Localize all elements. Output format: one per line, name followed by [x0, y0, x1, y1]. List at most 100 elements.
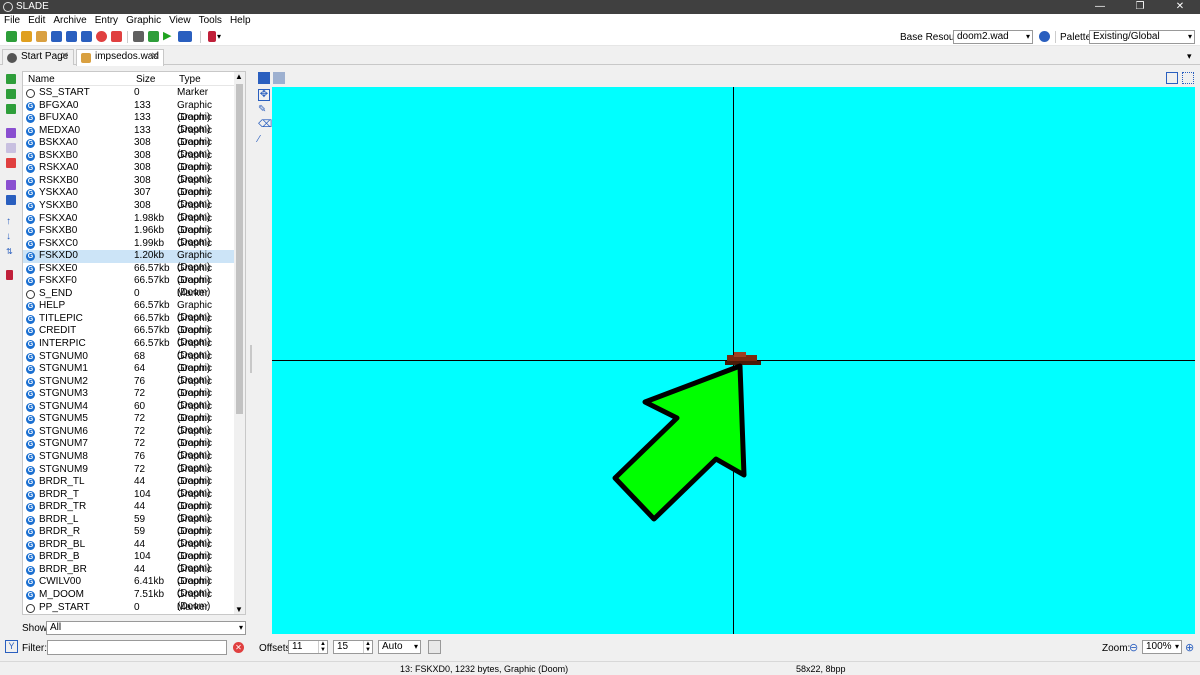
run-icon[interactable]: ▶: [163, 31, 174, 42]
spin-arrows-icon[interactable]: ▲ ▼: [318, 641, 327, 653]
gear-icon[interactable]: [1039, 31, 1050, 42]
close-archive-icon[interactable]: [96, 31, 107, 42]
table-row[interactable]: G BRDR_BR 44 Graphic (Doom): [23, 564, 235, 587]
table-row[interactable]: G CWILV00 6.41kb Graphic (Doom): [23, 576, 235, 599]
palette-select[interactable]: Existing/Global ▾: [1089, 30, 1195, 44]
pencil-icon[interactable]: ✎: [258, 105, 270, 117]
close-window-button[interactable]: ✕: [1160, 0, 1200, 14]
table-row[interactable]: G STGNUM3 72 Graphic (Doom): [23, 388, 235, 411]
scroll-down-icon[interactable]: ▼: [235, 605, 243, 614]
rename-entry-icon[interactable]: [6, 128, 16, 138]
table-row[interactable]: G STGNUM7 72 Graphic (Doom): [23, 438, 235, 461]
offset-y-input[interactable]: 15 ▲ ▼: [333, 640, 373, 654]
eraser-icon[interactable]: ⌫: [258, 120, 272, 132]
close-icon[interactable]: ✕: [151, 50, 159, 64]
panel-splitter[interactable]: [250, 345, 252, 373]
table-row[interactable]: G RSKXA0 308 Graphic (Doom): [23, 162, 235, 185]
bookmark-icon[interactable]: [6, 270, 13, 280]
table-row[interactable]: G BRDR_L 59 Graphic (Doom): [23, 514, 235, 537]
bookmark-icon[interactable]: [208, 31, 216, 42]
move-up-icon[interactable]: ↑: [6, 217, 16, 227]
column-size-header[interactable]: Size: [136, 74, 155, 85]
table-row[interactable]: G INTERPIC 66.57kb Graphic (Doom): [23, 338, 235, 361]
table-row[interactable]: G YSKXB0 308 Graphic (Doom): [23, 200, 235, 223]
table-row[interactable]: G FSKXE0 66.57kb Graphic (Doom): [23, 263, 235, 286]
delete-entry-icon[interactable]: [6, 158, 16, 168]
table-row[interactable]: G BSKXA0 308 Graphic (Doom): [23, 137, 235, 160]
menu-entry[interactable]: Entry: [91, 14, 122, 28]
gfx-translate-icon[interactable]: [273, 72, 285, 84]
table-row[interactable]: PP_START 0 Marker: [23, 602, 235, 614]
tools-icon[interactable]: [178, 31, 192, 42]
table-row[interactable]: G M_DOOM 7.51kb Graphic (Doom): [23, 589, 235, 612]
table-row[interactable]: G FSKXA0 1.98kb Graphic (Doom): [23, 213, 235, 236]
script-icon[interactable]: [148, 31, 159, 42]
gfx-colorize-icon[interactable]: [258, 72, 270, 84]
import-files-icon[interactable]: [6, 104, 16, 114]
menu-help[interactable]: Help: [226, 14, 255, 28]
table-row[interactable]: G TITLEPIC 66.57kb Graphic (Doom): [23, 313, 235, 336]
table-row[interactable]: G STGNUM5 72 Graphic (Doom): [23, 413, 235, 436]
entry-list-scrollbar[interactable]: ▲ ▼: [234, 72, 245, 614]
table-row[interactable]: G CREDIT 66.57kb Graphic (Doom): [23, 325, 235, 348]
close-all-icon[interactable]: [111, 31, 122, 42]
menu-archive[interactable]: Archive: [49, 14, 90, 28]
table-row[interactable]: G FSKXB0 1.96kb Graphic (Doom): [23, 225, 235, 248]
tabs-dropdown-icon[interactable]: ▾: [1187, 51, 1192, 62]
table-row[interactable]: G BSKXB0 308 Graphic (Doom): [23, 150, 235, 173]
table-row[interactable]: G BRDR_T 104 Graphic (Doom): [23, 489, 235, 512]
table-row[interactable]: G STGNUM0 68 Graphic (Doom): [23, 351, 235, 374]
table-row[interactable]: G BRDR_TR 44 Graphic (Doom): [23, 501, 235, 524]
table-row[interactable]: S_END 0 Marker: [23, 288, 235, 301]
zoom-select[interactable]: 100% ▾: [1142, 640, 1182, 654]
table-row[interactable]: G YSKXA0 307 Graphic (Doom): [23, 187, 235, 210]
minimize-button[interactable]: —: [1080, 0, 1120, 14]
offset-mode-select[interactable]: Auto ▾: [378, 640, 421, 654]
table-row[interactable]: G STGNUM8 76 Graphic (Doom): [23, 451, 235, 474]
eyedropper-icon[interactable]: ⁄: [258, 135, 270, 147]
table-row[interactable]: G RSKXB0 308 Graphic (Doom): [23, 175, 235, 198]
map-editor-icon[interactable]: [133, 31, 144, 42]
table-row[interactable]: SS_START 0 Marker: [23, 87, 235, 100]
menu-file[interactable]: File: [0, 14, 24, 28]
save-all-icon[interactable]: [81, 31, 92, 42]
show-select[interactable]: All ▾: [46, 621, 246, 635]
export-as-icon[interactable]: [6, 195, 16, 205]
menu-graphic[interactable]: Graphic: [122, 14, 165, 28]
zoom-out-icon[interactable]: ⊖: [1129, 641, 1138, 654]
table-row[interactable]: G STGNUM1 64 Graphic (Doom): [23, 363, 235, 386]
bookmark-dropdown-icon[interactable]: ▾: [217, 32, 221, 41]
table-row[interactable]: G STGNUM6 72 Graphic (Doom): [23, 426, 235, 449]
menu-edit[interactable]: Edit: [24, 14, 49, 28]
auto-offset-icon[interactable]: [428, 640, 441, 654]
table-row[interactable]: G FSKXD0 1.20kb Graphic (Doom): [23, 250, 235, 273]
save-as-icon[interactable]: [66, 31, 77, 42]
table-row[interactable]: GFSKXC01.99kbGraphic (Doom): [23, 238, 235, 261]
scrollbar-thumb[interactable]: [236, 84, 243, 414]
export-entry-icon[interactable]: [6, 180, 16, 190]
fit-view-icon[interactable]: [1166, 72, 1178, 84]
base-resource-select[interactable]: doom2.wad ▾: [953, 30, 1033, 44]
entry-list[interactable]: Name Size Type SS_START 0 Marker G BFGXA0 133…: [22, 71, 246, 615]
column-name-header[interactable]: Name: [28, 74, 55, 85]
table-row[interactable]: G BRDR_BL 44 Graphic (Doom): [23, 539, 235, 562]
entry-properties-icon[interactable]: [6, 143, 16, 153]
open-folder-icon[interactable]: [36, 31, 47, 42]
table-row[interactable]: G BFUXA0 133 Graphic (Doom): [23, 112, 235, 135]
tab-impsedos-wad[interactable]: impsedos.wad ✕: [76, 49, 164, 66]
menu-view[interactable]: View: [165, 14, 195, 28]
table-row[interactable]: G FSKXF0 66.57kb Graphic (Doom): [23, 275, 235, 298]
import-entry-icon[interactable]: [6, 89, 16, 99]
menu-tools[interactable]: Tools: [195, 14, 226, 28]
table-row[interactable]: G MEDXA0 133 Graphic (Doom): [23, 125, 235, 148]
table-row[interactable]: G BRDR_R 59 Graphic (Doom): [23, 526, 235, 549]
spin-arrows-icon[interactable]: ▲ ▼: [363, 641, 372, 653]
table-row[interactable]: G STGNUM2 76 Graphic (Doom): [23, 376, 235, 399]
tile-view-icon[interactable]: [1182, 72, 1194, 84]
tab-start-page[interactable]: Start Page ✕: [2, 49, 74, 65]
zoom-in-icon[interactable]: ⊕: [1185, 641, 1194, 654]
table-row[interactable]: G STGNUM4 60 Graphic (Doom): [23, 401, 235, 424]
drag-move-icon[interactable]: ✥: [258, 89, 270, 101]
scroll-up-icon[interactable]: ▲: [235, 72, 243, 81]
sort-icon[interactable]: ⇅: [6, 247, 16, 257]
